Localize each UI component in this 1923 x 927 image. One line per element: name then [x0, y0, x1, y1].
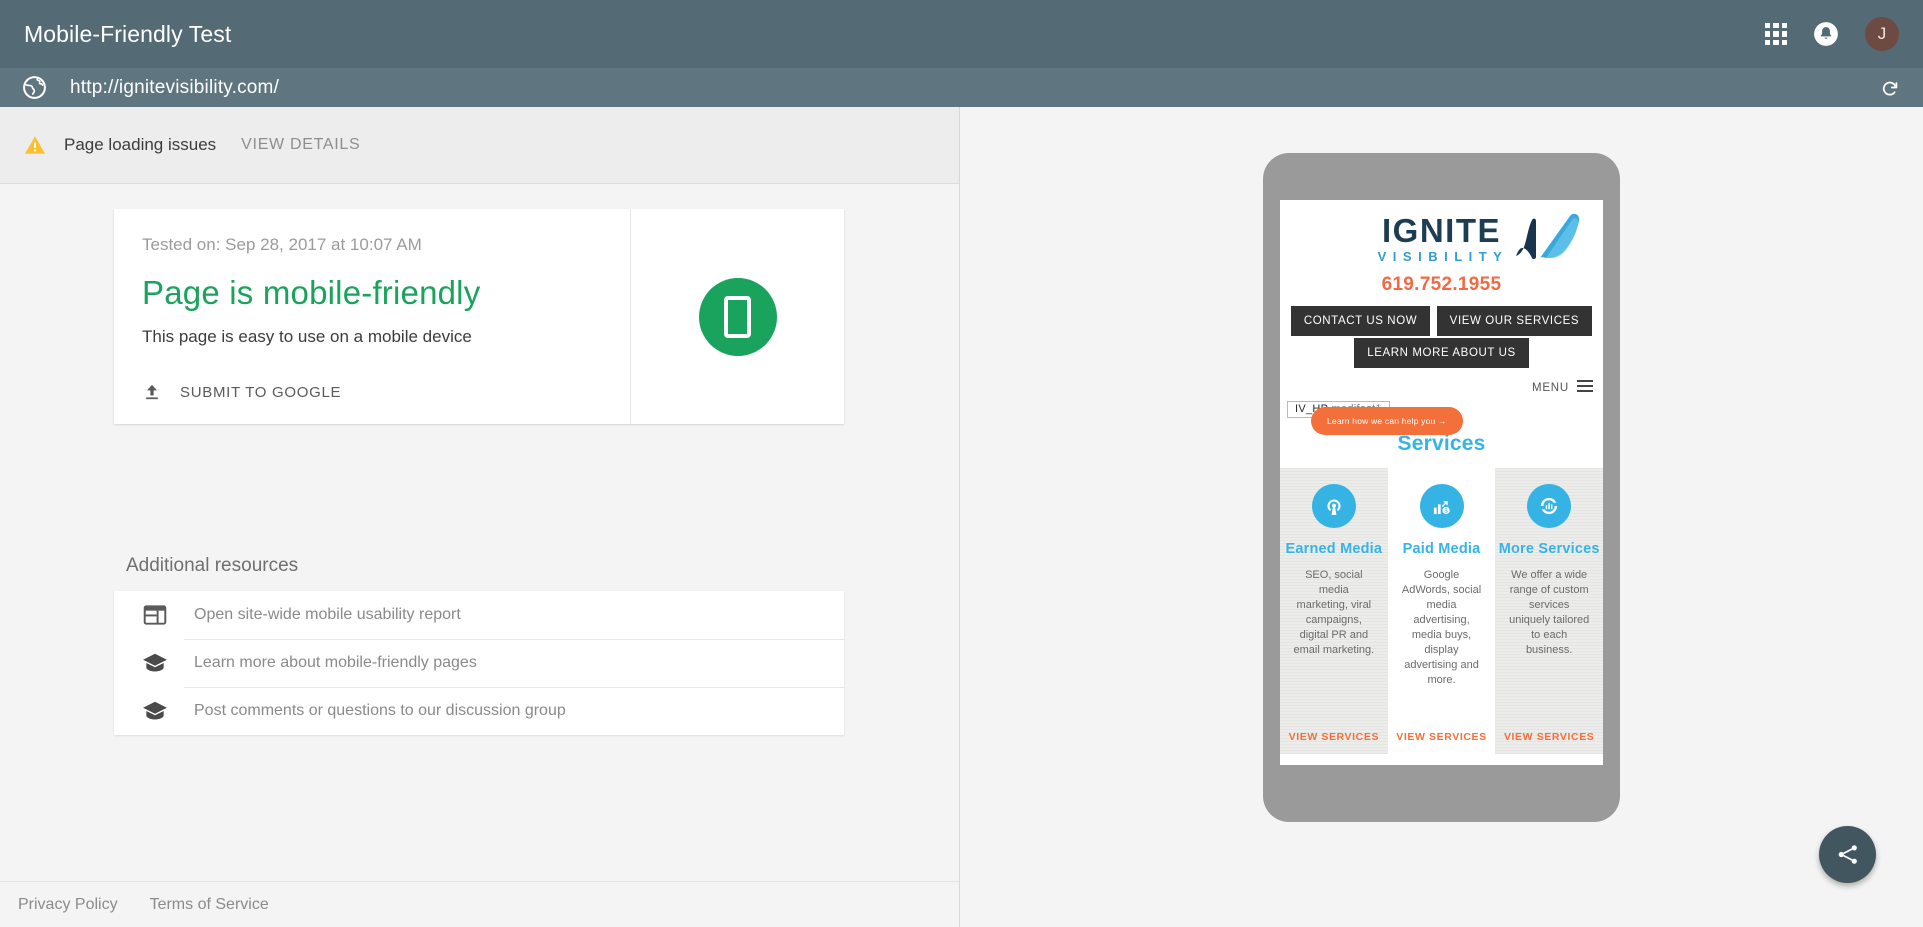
- school-icon: [143, 653, 167, 672]
- left-panel: Page loading issues VIEW DETAILS Tested …: [0, 107, 959, 927]
- url-bar[interactable]: http://ignitevisibility.com/: [0, 68, 1923, 107]
- view-services-link[interactable]: VIEW SERVICES: [1388, 731, 1496, 743]
- phone-screen-preview: IGNITE VISIBILITY 619.752.1955 CONTACT U…: [1280, 200, 1603, 765]
- brand-subtitle: VISIBILITY: [1377, 249, 1509, 264]
- analytics-circle-icon: [1527, 484, 1572, 528]
- service-card-title: Earned Media: [1285, 541, 1383, 557]
- site-logo: IGNITE VISIBILITY: [1280, 200, 1603, 266]
- upload-icon: [146, 384, 158, 400]
- service-card-earned-media[interactable]: Earned Media SEO, social media marketing…: [1280, 468, 1388, 754]
- result-badge-area: [630, 209, 844, 424]
- ignite-swoosh-icon: [1516, 213, 1580, 260]
- resource-label: Learn more about mobile-friendly pages: [194, 654, 477, 671]
- avatar[interactable]: J: [1865, 17, 1899, 51]
- warning-triangle-icon: [25, 136, 45, 154]
- service-card-title: Paid Media: [1402, 541, 1481, 557]
- url-text: http://ignitevisibility.com/: [70, 76, 280, 98]
- report-icon: [143, 605, 167, 625]
- site-menu-button[interactable]: MENU: [1280, 380, 1593, 395]
- service-card-body: Google AdWords, social media advertising…: [1401, 569, 1482, 686]
- bar-chart-growth-icon: $: [1419, 484, 1464, 528]
- share-button[interactable]: [1819, 826, 1876, 883]
- page-title: Mobile-Friendly Test: [24, 20, 232, 47]
- submit-to-google-label: SUBMIT TO GOOGLE: [180, 383, 342, 401]
- resource-label: Post comments or questions to our discus…: [194, 702, 566, 719]
- apps-grid-icon[interactable]: [1765, 23, 1787, 45]
- site-hero-buttons: CONTACT US NOW VIEW OUR SERVICES LEARN M…: [1280, 306, 1603, 368]
- contact-us-now-button[interactable]: CONTACT US NOW: [1290, 306, 1431, 336]
- service-card-more-services[interactable]: More Services We offer a wide range of c…: [1495, 468, 1603, 754]
- globe-icon: [23, 76, 46, 99]
- warning-text: Page loading issues: [64, 135, 217, 154]
- footer: Privacy Policy Terms of Service: [0, 881, 959, 927]
- page-loading-issues-bar: Page loading issues VIEW DETAILS: [0, 107, 959, 184]
- service-card-paid-media[interactable]: $ Paid Media Google AdWords, social medi…: [1387, 468, 1496, 754]
- service-card-title: More Services: [1498, 541, 1600, 557]
- service-card-body: SEO, social media marketing, viral campa…: [1293, 569, 1375, 656]
- terms-of-service-link[interactable]: Terms of Service: [150, 896, 269, 914]
- site-phone-number[interactable]: 619.752.1955: [1280, 274, 1603, 296]
- resource-label: Open site-wide mobile usability report: [194, 606, 461, 623]
- view-services-link[interactable]: VIEW SERVICES: [1280, 731, 1388, 743]
- tested-on-text: Tested on: Sep 28, 2017 at 10:07 AM: [142, 235, 422, 254]
- services-cards: Earned Media SEO, social media marketing…: [1280, 468, 1603, 754]
- additional-resources-card: Open site-wide mobile usability report L…: [114, 591, 844, 735]
- submit-to-google-button[interactable]: SUBMIT TO GOOGLE: [142, 382, 341, 402]
- page-root: Mobile-Friendly Test J http://ignitevisi…: [0, 0, 1923, 927]
- view-details-link[interactable]: VIEW DETAILS: [241, 136, 360, 154]
- resource-row-usability-report[interactable]: Open site-wide mobile usability report: [114, 591, 844, 639]
- view-our-services-button[interactable]: VIEW OUR SERVICES: [1436, 306, 1593, 336]
- learn-more-about-us-button[interactable]: LEARN MORE ABOUT US: [1354, 338, 1529, 368]
- phone-frame: IGNITE VISIBILITY 619.752.1955 CONTACT U…: [1263, 153, 1620, 822]
- app-bar-actions: J: [1765, 17, 1899, 51]
- share-icon: [1838, 845, 1857, 864]
- result-card: Tested on: Sep 28, 2017 at 10:07 AM Page…: [114, 209, 844, 424]
- brand-name: IGNITE: [1381, 212, 1501, 249]
- mobile-phone-icon: [698, 277, 777, 356]
- right-panel: IGNITE VISIBILITY 619.752.1955 CONTACT U…: [959, 107, 1923, 927]
- result-main: Tested on: Sep 28, 2017 at 10:07 AM Page…: [114, 209, 630, 424]
- verdict-heading: Page is mobile-friendly: [142, 274, 481, 311]
- resource-row-discussion-group[interactable]: Post comments or questions to our discus…: [114, 687, 844, 735]
- app-bar: Mobile-Friendly Test J: [0, 0, 1923, 68]
- reload-icon[interactable]: [1879, 77, 1901, 99]
- service-card-body: We offer a wide range of custom services…: [1509, 569, 1590, 656]
- broadcast-icon: [1311, 484, 1356, 528]
- privacy-policy-link[interactable]: Privacy Policy: [18, 896, 118, 914]
- site-menu-label: MENU: [1531, 381, 1569, 394]
- resource-row-learn-more[interactable]: Learn more about mobile-friendly pages: [114, 639, 844, 687]
- avatar-initial: J: [1877, 24, 1887, 43]
- bell-icon[interactable]: [1813, 21, 1839, 47]
- additional-resources-title: Additional resources: [126, 555, 299, 576]
- verdict-subtext: This page is easy to use on a mobile dev…: [142, 327, 472, 346]
- school-icon: [143, 701, 167, 720]
- services-heading: Services: [1397, 432, 1486, 455]
- hamburger-icon: [1577, 380, 1593, 395]
- view-services-link[interactable]: VIEW SERVICES: [1495, 731, 1603, 743]
- learn-how-we-can-help-button[interactable]: Learn how we can help you →: [1311, 407, 1463, 435]
